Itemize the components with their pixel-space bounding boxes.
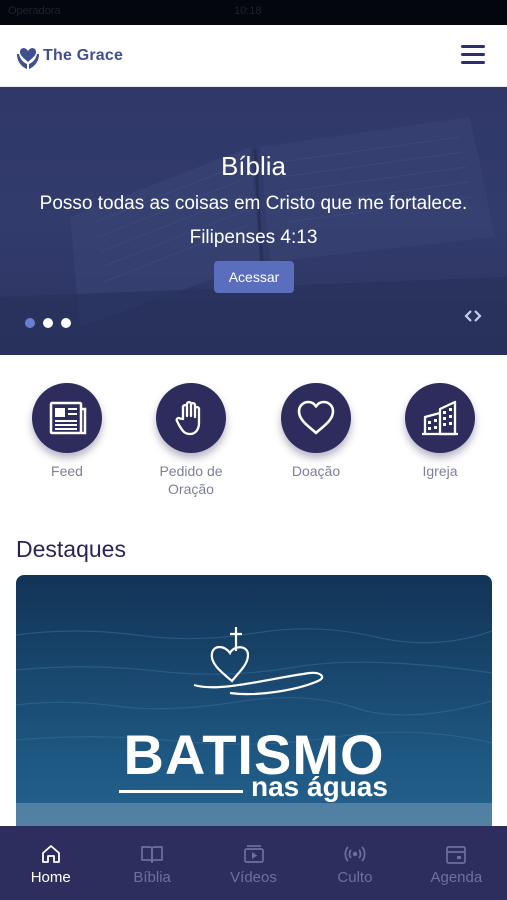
tab-label: Bíblia	[133, 869, 171, 886]
tab-label: Vídeos	[230, 869, 277, 886]
book-icon	[141, 846, 163, 863]
shortcut-feed[interactable]: Feed	[17, 383, 117, 480]
open-book-background	[0, 117, 507, 355]
carrier-text: Operadora	[8, 5, 61, 17]
shortcut-label: Feed	[51, 463, 83, 479]
shortcut-circle	[281, 383, 351, 453]
video-icon	[243, 845, 264, 863]
decorative-line	[119, 790, 243, 793]
heart-icon	[297, 400, 335, 435]
menu-button[interactable]	[461, 45, 485, 67]
bottom-tab-bar: Home Bíblia Vídeos Culto Agenda	[0, 826, 507, 900]
shortcuts-row: Feed Pedido de Oração Doação Igreja	[0, 383, 507, 503]
highlights-title: Destaques	[16, 536, 126, 562]
tab-agenda[interactable]: Agenda	[406, 826, 507, 900]
shortcut-circle	[32, 383, 102, 453]
buildings-icon	[422, 400, 458, 436]
tab-label: Home	[30, 869, 71, 886]
shortcut-prayer-request[interactable]: Pedido de Oração	[141, 383, 241, 498]
logo-hands-heart-icon	[17, 48, 39, 69]
carousel-dot[interactable]	[61, 318, 71, 328]
shortcut-church[interactable]: Igreja	[390, 383, 490, 480]
highlight-card-subtitle: nas águas	[251, 771, 388, 802]
access-button[interactable]: Acessar	[214, 261, 294, 293]
shortcut-label: Doação	[291, 463, 341, 479]
carousel-pagination	[25, 318, 79, 328]
newspaper-icon	[49, 401, 87, 435]
carousel-dot[interactable]	[25, 318, 35, 328]
status-bar: Operadora 10:18	[0, 0, 507, 25]
tab-home[interactable]: Home	[0, 826, 101, 900]
tab-label: Culto	[337, 869, 373, 886]
shortcut-circle	[405, 383, 475, 453]
shortcut-circle	[156, 383, 226, 453]
home-icon	[41, 845, 60, 863]
raised-hand-icon	[175, 400, 201, 436]
shortcut-label: Pedido de Oração	[159, 463, 223, 497]
tab-label: Agenda	[430, 869, 483, 886]
highlight-card-baptism[interactable]: BATISMO nas águas	[16, 575, 492, 835]
banner-verse: Posso todas as coisas em Cristo que me f…	[39, 193, 468, 214]
app-header: The Grace	[0, 25, 507, 87]
calendar-icon	[446, 846, 467, 864]
banner-title: Bíblia	[220, 151, 287, 181]
tab-bible[interactable]: Bíblia	[101, 826, 202, 900]
carousel-arrows-icon[interactable]	[463, 307, 483, 325]
hamburger-menu-icon	[461, 45, 485, 64]
broadcast-icon	[344, 846, 366, 862]
heart-cross-logo-icon	[193, 627, 324, 696]
tab-service[interactable]: Culto	[304, 826, 405, 900]
banner-reference: Filipenses 4:13	[189, 227, 318, 248]
carousel-dot[interactable]	[43, 318, 53, 328]
shortcut-label: Igreja	[422, 463, 458, 479]
app-logo[interactable]: The Grace	[16, 42, 123, 70]
logo-text: The Grace	[43, 47, 124, 64]
banner-carousel[interactable]: Bíblia Posso todas as coisas em Cristo q…	[0, 87, 507, 355]
shortcut-donation[interactable]: Doação	[266, 383, 366, 480]
tab-videos[interactable]: Vídeos	[203, 826, 304, 900]
clock-text: 10:18	[234, 5, 262, 17]
